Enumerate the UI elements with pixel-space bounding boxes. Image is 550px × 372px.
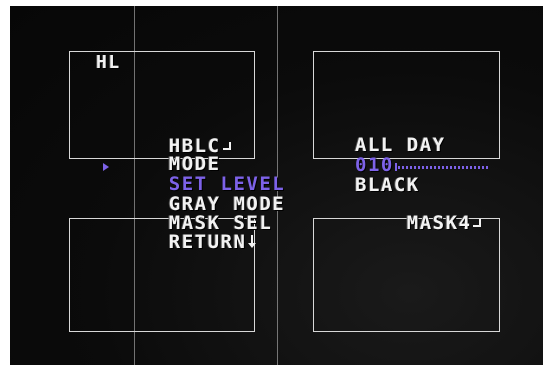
enter-icon [473,219,482,229]
camera-osd-screen: HL HBLC MODE ALL DAY SET LEVEL 010 GRAY … [10,6,543,365]
set-level-value[interactable]: 010 [355,156,394,175]
level-bar-marker [395,163,397,171]
menu-item-return[interactable]: RETURN [117,214,257,271]
mask-sel-value-label: MASK4 [406,212,472,234]
osd-title: HL [96,52,121,73]
gray-mode-value[interactable]: BLACK [355,176,420,195]
selection-pointer-icon [103,163,109,171]
mode-value[interactable]: ALL DAY [355,136,446,155]
mask-sel-value[interactable]: MASK4 [355,195,482,252]
down-arrow-icon [248,235,257,248]
menu-item-label: RETURN [168,231,247,253]
level-bar[interactable] [398,166,490,169]
enter-icon [222,142,232,152]
